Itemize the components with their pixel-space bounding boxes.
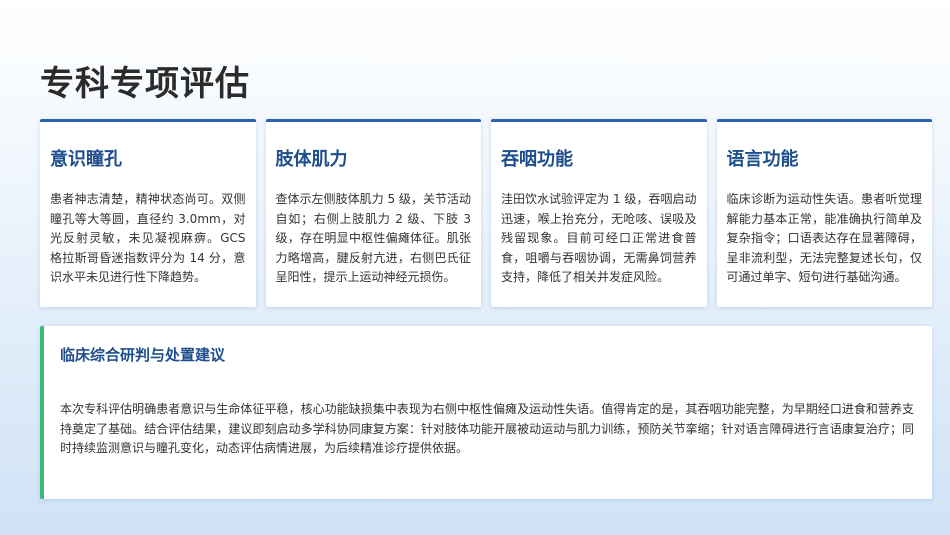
card-title: 吞咽功能: [501, 149, 573, 170]
card-title: 语言功能: [726, 149, 799, 170]
card-text: 洼田饮水试验评定为 1 级，吞咽启动迅速，喉上抬充分，无呛咳、误吸及残留现象。目…: [501, 192, 697, 284]
card-text: 查体示左侧肢体肌力 5 级，关节活动自如；右侧上肢肌力 2 级、下肢 3 级，存…: [275, 192, 472, 284]
card-title: 意识瞳孔: [50, 149, 122, 170]
assessment-cards: 意识瞳孔 患者神志清楚，精神状态尚可。双侧瞳孔等大等圆，直径约 3.0mm，对光…: [40, 119, 932, 307]
summary-title: 临床综合研判与处置建议: [60, 346, 226, 364]
card-language: 语言功能 临床诊断为运动性失语。患者听觉理解能力基本正常，能准确执行简单及复杂指…: [716, 119, 932, 307]
card-text: 患者神志清楚，精神状态尚可。双侧瞳孔等大等圆，直径约 3.0mm，对光反射灵敏，…: [50, 192, 246, 284]
card-title: 肢体肌力: [275, 149, 348, 170]
page-title: 专科专项评估: [40, 64, 250, 104]
card-swallowing: 吞咽功能 洼田饮水试验评定为 1 级，吞咽启动迅速，喉上抬充分，无呛咳、误吸及残…: [491, 119, 707, 307]
clinical-summary-panel: 临床综合研判与处置建议 本次专科评估明确患者意识与生命体征平稳，核心功能缺损集中…: [40, 326, 932, 499]
summary-text: 本次专科评估明确患者意识与生命体征平稳，核心功能缺损集中表现为右侧中枢性偏瘫及运…: [60, 402, 914, 455]
card-limb-strength: 肢体肌力 查体示左侧肢体肌力 5 级，关节活动自如；右侧上肢肌力 2 级、下肢 …: [265, 119, 481, 307]
card-consciousness-pupil: 意识瞳孔 患者神志清楚，精神状态尚可。双侧瞳孔等大等圆，直径约 3.0mm，对光…: [40, 119, 256, 307]
card-text: 临床诊断为运动性失语。患者听觉理解能力基本正常，能准确执行简单及复杂指令；口语表…: [726, 192, 923, 284]
